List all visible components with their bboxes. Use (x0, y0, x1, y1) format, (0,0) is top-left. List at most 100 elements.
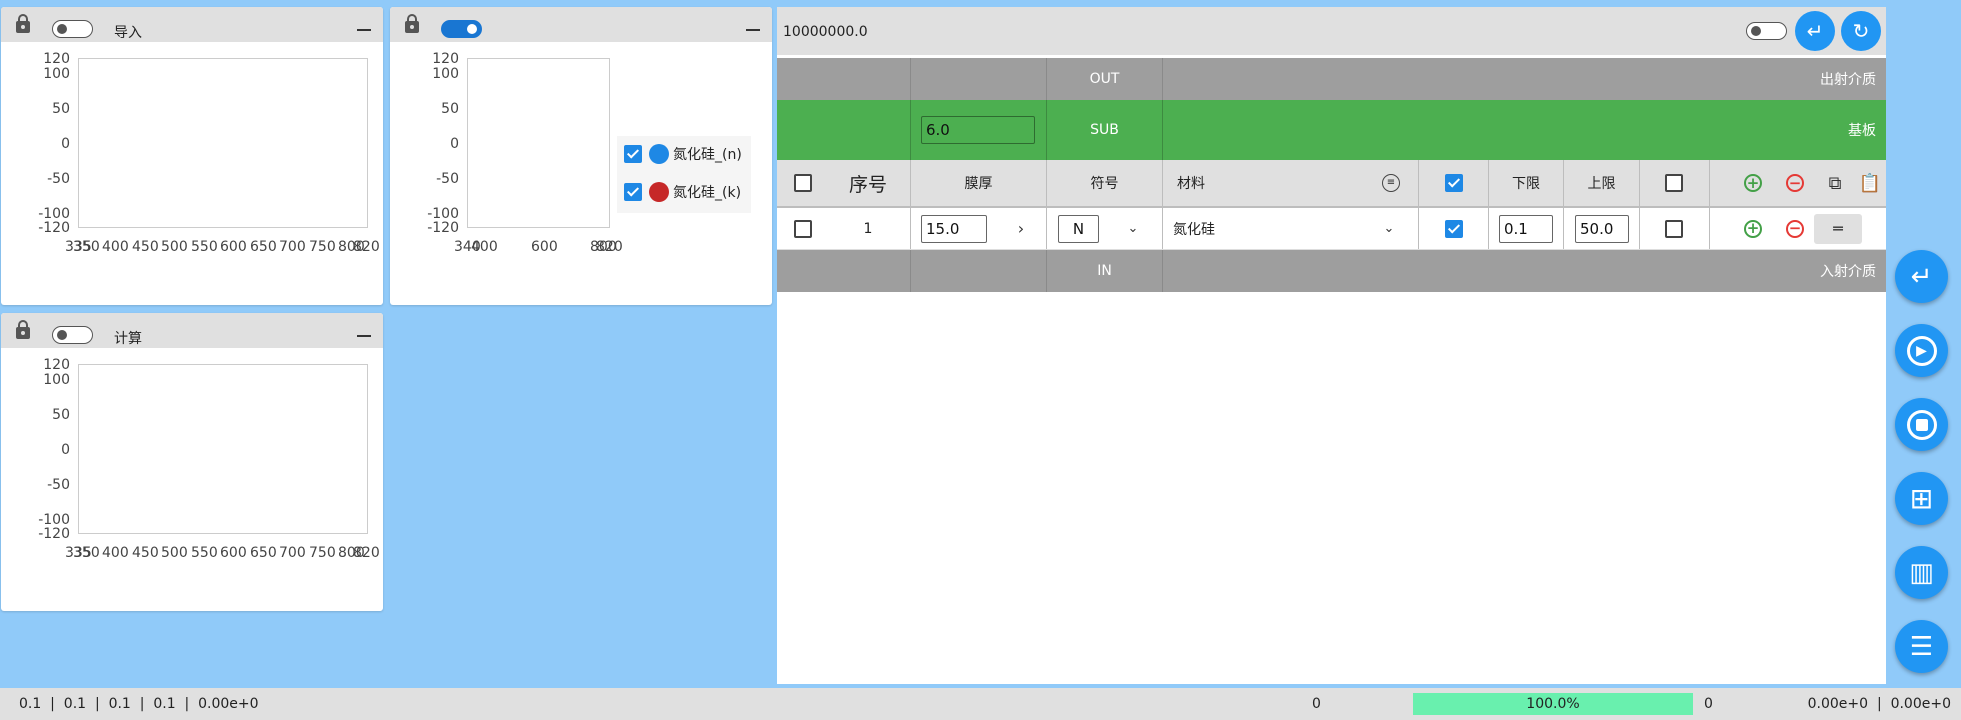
delete-layer-icon[interactable]: − (1786, 219, 1804, 238)
panel-toggle[interactable] (441, 20, 482, 38)
y-tick: -120 (38, 220, 70, 236)
material-filter-icon[interactable]: ≡ (1381, 160, 1401, 206)
x-tick: 820 (596, 239, 623, 255)
plot-area (467, 58, 610, 228)
list-icon: ☰ (1909, 631, 1934, 662)
in-material: 入射介质 (1820, 264, 1876, 280)
divider (1046, 208, 1047, 249)
stop-icon (1906, 409, 1937, 440)
plot-area (78, 58, 368, 228)
header-thickness: 膜厚 (964, 176, 993, 192)
out-medium-row: OUT 出射介质 (777, 58, 1886, 100)
x-tick: 820 (353, 239, 380, 255)
checkbox-icon[interactable] (624, 145, 642, 163)
table-row: 1 15.0 › N ⌄ 氮化硅 ⌄ 0.1 50.0 + − ═ (777, 208, 1886, 250)
lock-icon[interactable] (405, 14, 419, 33)
thickness-cell: 15.0 (921, 208, 987, 249)
x-tick: 550 (191, 545, 218, 561)
minimize-icon[interactable] (357, 335, 371, 337)
divider (910, 58, 911, 100)
lock-icon[interactable] (16, 320, 30, 339)
status-count-right: 0 (1704, 696, 1713, 712)
x-tick: 820 (353, 545, 380, 561)
header-flag-cell (1664, 160, 1684, 206)
x-tick: 600 (220, 239, 247, 255)
y-tick: -50 (47, 477, 70, 493)
delete-layer-cell: − (1783, 208, 1807, 249)
panel-toggle[interactable] (52, 326, 93, 344)
header-lower: 下限 (1512, 176, 1540, 192)
row-select-checkbox[interactable] (794, 219, 812, 238)
table-header: 序号 膜厚 符号 材料 ≡ 下限 上限 + − ⧉ 📋 (777, 160, 1886, 208)
drag-handle-icon[interactable]: ═ (1814, 208, 1862, 249)
substrate-thickness-input[interactable]: 6.0 (921, 116, 1035, 144)
list-button[interactable]: ☰ (1895, 620, 1948, 673)
lock-icon[interactable] (16, 14, 30, 33)
row-flag-checkbox[interactable] (1665, 219, 1683, 238)
copy-icon[interactable]: ⧉ (1823, 160, 1847, 206)
remove-layer-icon[interactable]: − (1786, 174, 1804, 192)
checkbox-icon[interactable] (624, 183, 642, 201)
x-tick: 650 (250, 545, 277, 561)
y-tick: 0 (61, 442, 70, 458)
paste-icon[interactable]: 📋 (1858, 160, 1882, 206)
y-tick: 0 (450, 136, 459, 152)
fit-checkbox[interactable] (1445, 219, 1463, 238)
in-symbol: IN (1097, 263, 1112, 279)
x-tick: 750 (309, 545, 336, 561)
target-toggle[interactable] (1746, 22, 1787, 40)
return-button[interactable]: ↵ (1795, 11, 1835, 51)
symbol-input[interactable]: N (1058, 214, 1099, 243)
minimize-icon[interactable] (746, 29, 760, 31)
select-all-checkbox[interactable] (794, 174, 812, 192)
divider (910, 100, 911, 160)
material-dropdown-icon[interactable]: ⌄ (1381, 208, 1397, 249)
header-material: 材料 (1177, 176, 1205, 192)
y-tick: 50 (52, 101, 70, 117)
series-dot-icon (649, 144, 669, 164)
y-tick: -120 (38, 526, 70, 542)
fit-all-checkbox[interactable] (1445, 174, 1463, 192)
enter-button[interactable]: ↵ (1895, 250, 1948, 303)
progress-bar: 100.0% (1413, 693, 1693, 715)
panel-header: 计算 (1, 313, 383, 348)
y-tick: -50 (436, 171, 459, 187)
panel-toggle[interactable] (52, 20, 93, 38)
header-flag-checkbox[interactable] (1665, 174, 1683, 192)
add-layer-icon[interactable]: + (1744, 174, 1762, 192)
legend-item[interactable]: 氮化硅_(n) (624, 143, 742, 165)
target-bar: 10000000.0 ↵ ↻ (777, 7, 1886, 55)
add-window-button[interactable]: ⊞ (1895, 472, 1948, 525)
material-select[interactable]: 氮化硅 (1173, 208, 1273, 249)
divider (1709, 208, 1710, 249)
remove-layer-cell: − (1783, 160, 1807, 206)
refresh-button[interactable]: ↻ (1841, 11, 1881, 51)
x-tick: 400 (102, 545, 129, 561)
legend-item[interactable]: 氮化硅_(k) (624, 181, 741, 203)
substrate-row: 6.0 SUB 基板 (777, 100, 1886, 160)
divider (1639, 208, 1640, 249)
header-symbol: 符号 (1090, 176, 1119, 192)
substrate-thickness-cell: 6.0 (921, 100, 1035, 160)
lower-input[interactable]: 0.1 (1499, 214, 1553, 243)
expand-chevron-icon[interactable]: › (1013, 208, 1029, 249)
add-window-icon: ⊞ (1909, 482, 1934, 515)
divider (1563, 208, 1564, 249)
target-value[interactable]: 10000000.0 (783, 24, 868, 40)
symbol-cell: N (1058, 208, 1099, 249)
divider (1162, 250, 1163, 292)
upper-input[interactable]: 50.0 (1575, 214, 1629, 243)
chart-button[interactable]: ▥ (1895, 546, 1948, 599)
x-tick: 500 (161, 239, 188, 255)
thickness-input[interactable]: 15.0 (921, 214, 987, 243)
sub-material: 基板 (1848, 123, 1876, 139)
divider (1709, 160, 1710, 206)
symbol-dropdown-icon[interactable]: ⌄ (1125, 208, 1141, 249)
insert-layer-icon[interactable]: + (1744, 219, 1762, 238)
upper-cell: 50.0 (1575, 208, 1629, 249)
play-button[interactable]: ▶ (1895, 324, 1948, 377)
x-tick: 750 (309, 239, 336, 255)
panel-header (390, 7, 772, 42)
minimize-icon[interactable] (357, 29, 371, 31)
stop-button[interactable] (1895, 398, 1948, 451)
